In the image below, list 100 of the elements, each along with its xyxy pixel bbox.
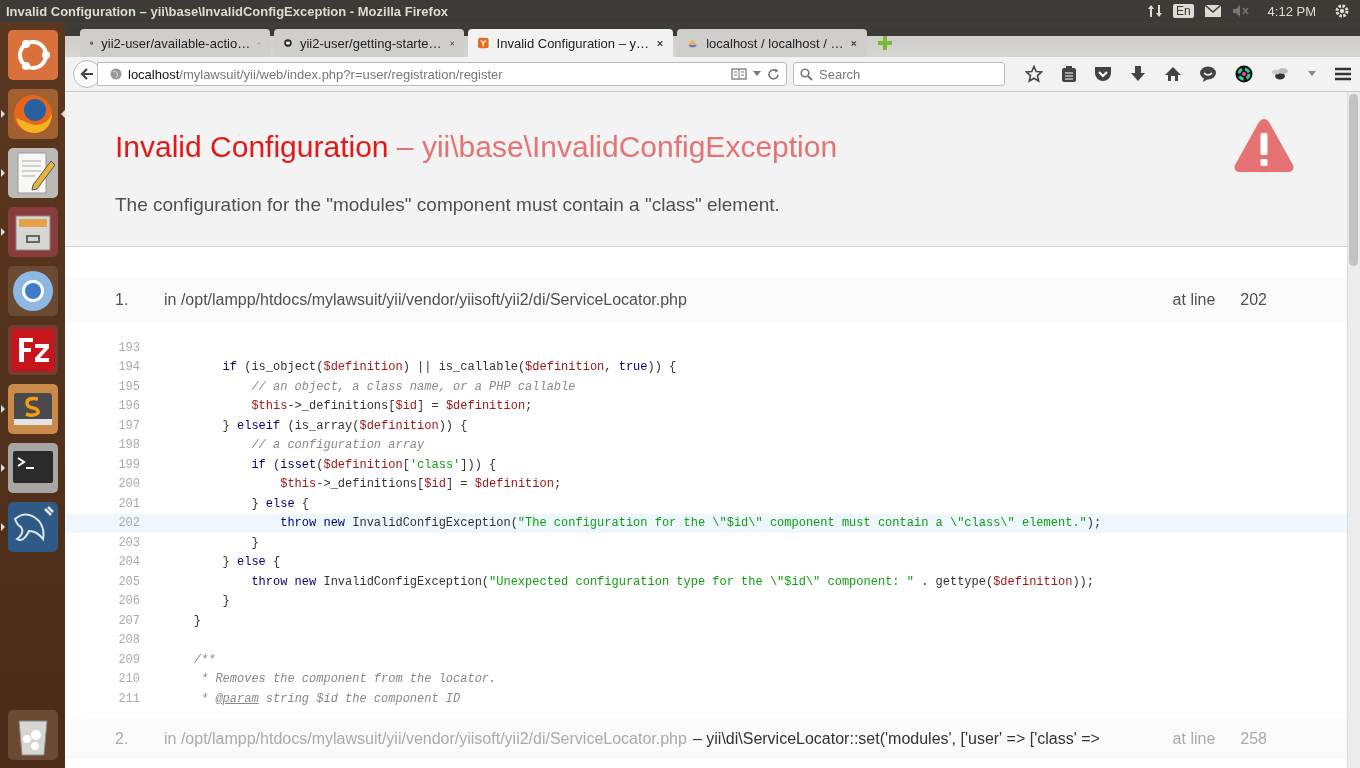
code-line: } — [221, 594, 230, 609]
pocket-icon[interactable] — [1094, 66, 1113, 82]
line-number: 200 — [117, 477, 140, 492]
code-line: throw new InvalidConfigException("The configuration for the \"$id\" component must contain a \"class\" element."); — [279, 516, 1102, 531]
running-indicator-icon — [0, 523, 5, 531]
error-message: The configuration for the "modules" component must contain a "class" element. — [115, 194, 781, 216]
code-line: /** — [192, 652, 216, 667]
browser-tab[interactable]: yii2-user/getting-starte… — [274, 29, 464, 57]
code-line: } — [250, 535, 259, 550]
code-line: $this->_definitions[$id] = $definition; — [279, 477, 562, 492]
running-indicator-icon — [0, 228, 5, 236]
item-number: 1. — [115, 291, 130, 309]
clipboard-list-icon[interactable] — [1060, 65, 1077, 83]
home-icon[interactable] — [1163, 66, 1182, 82]
browser-tab[interactable]: localhost / localhost / … — [677, 29, 867, 57]
close-icon[interactable] — [851, 38, 857, 48]
search-field[interactable]: Search — [793, 62, 1005, 86]
url-text: localhost/mylawsuit/yii/web/index.php?r=user/registration/register — [128, 66, 504, 82]
sublime-icon — [6, 383, 59, 435]
line-number: 211 — [117, 691, 140, 706]
line-number: 202 — [117, 516, 140, 531]
code-line: * Removes the component from the locator. — [200, 672, 497, 687]
color-wheel-icon[interactable] — [1234, 65, 1253, 83]
line-number: 204 — [117, 555, 140, 570]
line-number: 205 — [117, 574, 140, 589]
error-title: Invalid Configuration – yii\base\InvalidConfigException — [115, 130, 839, 164]
code-line: * @param string $id the component ID — [200, 691, 461, 706]
launcher-item[interactable] — [0, 88, 65, 140]
keyboard-indicator[interactable]: En — [1172, 4, 1194, 18]
close-icon[interactable] — [657, 38, 663, 48]
favicon-icon — [478, 35, 489, 51]
running-indicator-icon — [0, 169, 5, 177]
globe-icon — [110, 68, 122, 80]
line-number: 193 — [117, 340, 140, 355]
browser-tab[interactable]: Invalid Configuration – y… — [468, 29, 673, 57]
dolphin-icon — [6, 501, 59, 553]
line-number: 209 — [117, 652, 140, 667]
firefox-icon — [6, 88, 59, 140]
filezilla-icon — [6, 324, 59, 376]
envelope-icon[interactable] — [1203, 4, 1222, 18]
fly-icon[interactable] — [1270, 66, 1291, 82]
scrollbar[interactable] — [1347, 92, 1360, 768]
line-number: 210 — [117, 672, 140, 687]
new-tab-icon[interactable] — [877, 35, 893, 51]
reload-icon[interactable] — [767, 67, 780, 81]
line-number: 196 — [117, 399, 140, 414]
text-editor-icon — [6, 147, 59, 199]
code-line: $this->_definitions[$id] = $definition; — [250, 399, 533, 414]
trash-icon — [6, 709, 59, 761]
browser-tab[interactable]: yii2-user/available-actio… — [80, 29, 270, 57]
code-line: } — [192, 613, 201, 628]
call-stack-item[interactable]: 1. in /opt/lampp/htdocs/mylawsuit/yii/vendor/yiisoft/yii2/di/ServiceLocator.php at line 202 — [65, 278, 1347, 322]
star-icon[interactable] — [1025, 65, 1043, 83]
line-number: 198 — [117, 438, 140, 453]
line-number: 201 — [117, 496, 140, 511]
line-number: 207 — [117, 613, 140, 628]
line-number: 208 — [117, 633, 140, 648]
search-icon — [800, 68, 813, 81]
back-arrow-icon — [79, 66, 95, 82]
line-number: 206 — [117, 594, 140, 609]
code-line: } else { — [250, 496, 310, 511]
file-cabinet-icon — [6, 206, 59, 258]
dropdown-caret-icon[interactable] — [753, 71, 761, 77]
network-icon[interactable] — [1146, 3, 1163, 19]
terminal-icon — [6, 442, 59, 494]
function-call: – yii\di\ServiceLocator::set('modules', ['user' => ['class' => — [692, 729, 1100, 748]
download-icon[interactable] — [1129, 65, 1146, 83]
reader-view-icon[interactable] — [731, 68, 747, 80]
running-indicator-icon — [0, 464, 5, 472]
file-path: in /opt/lampp/htdocs/mylawsuit/yii/vendor/yiisoft/yii2/di/ServiceLocator.php — [164, 729, 687, 748]
line-number: 258 — [1240, 729, 1267, 748]
ubuntu-logo-icon — [6, 29, 59, 81]
window-title: Invalid Configuration – yii\base\InvalidConfigException - Mozilla Firefox — [6, 3, 450, 19]
file-path: in /opt/lampp/htdocs/mylawsuit/yii/vendor/yiisoft/yii2/di/ServiceLocator.php — [164, 291, 687, 309]
clock[interactable]: 4:12 PM — [1267, 3, 1316, 19]
address-field[interactable]: localhost/mylawsuit/yii/web/index.php?r=user/registration/register — [97, 62, 787, 86]
gear-icon[interactable] — [1334, 3, 1350, 19]
speaker-muted-icon[interactable] — [1231, 4, 1250, 18]
line-number: 194 — [117, 360, 140, 375]
line-number: 199 — [117, 457, 140, 472]
scrollbar-thumb[interactable] — [1349, 94, 1358, 266]
line-number: 195 — [117, 379, 140, 394]
code-line: } elseif (is_array($definition)) { — [221, 418, 468, 433]
call-stack-item[interactable]: 2. in /opt/lampp/htdocs/mylawsuit/yii/vendor/yiisoft/yii2/di/ServiceLocator.php – yii\di\ServiceLocator::set('modules', ['user' => ['class' => at line 258 — [65, 718, 1347, 759]
item-number: 2. — [115, 729, 130, 748]
line-number: 202 — [1240, 291, 1267, 309]
code-line: if (is_object($definition) || is_callable($definition, true)) { — [221, 360, 677, 375]
code-line: // a configuration array — [250, 438, 425, 453]
chat-bubble-icon[interactable] — [1199, 65, 1218, 83]
line-number: 203 — [117, 535, 140, 550]
code-line: throw new InvalidConfigException("Unexpected configuration type for the \"$id\" component: " . gettype($definition)); — [250, 574, 1094, 589]
dropdown-caret-icon[interactable] — [1308, 71, 1317, 77]
line-number: 197 — [117, 418, 140, 433]
code-line: } else { — [221, 555, 281, 570]
line-label: at line — [1172, 729, 1216, 748]
code-line: // an object, a class name, or a PHP callable — [250, 379, 576, 394]
line-label: at line — [1172, 291, 1216, 309]
menu-icon[interactable] — [1333, 67, 1352, 81]
chromium-icon — [6, 265, 59, 317]
running-indicator-icon — [0, 405, 5, 413]
